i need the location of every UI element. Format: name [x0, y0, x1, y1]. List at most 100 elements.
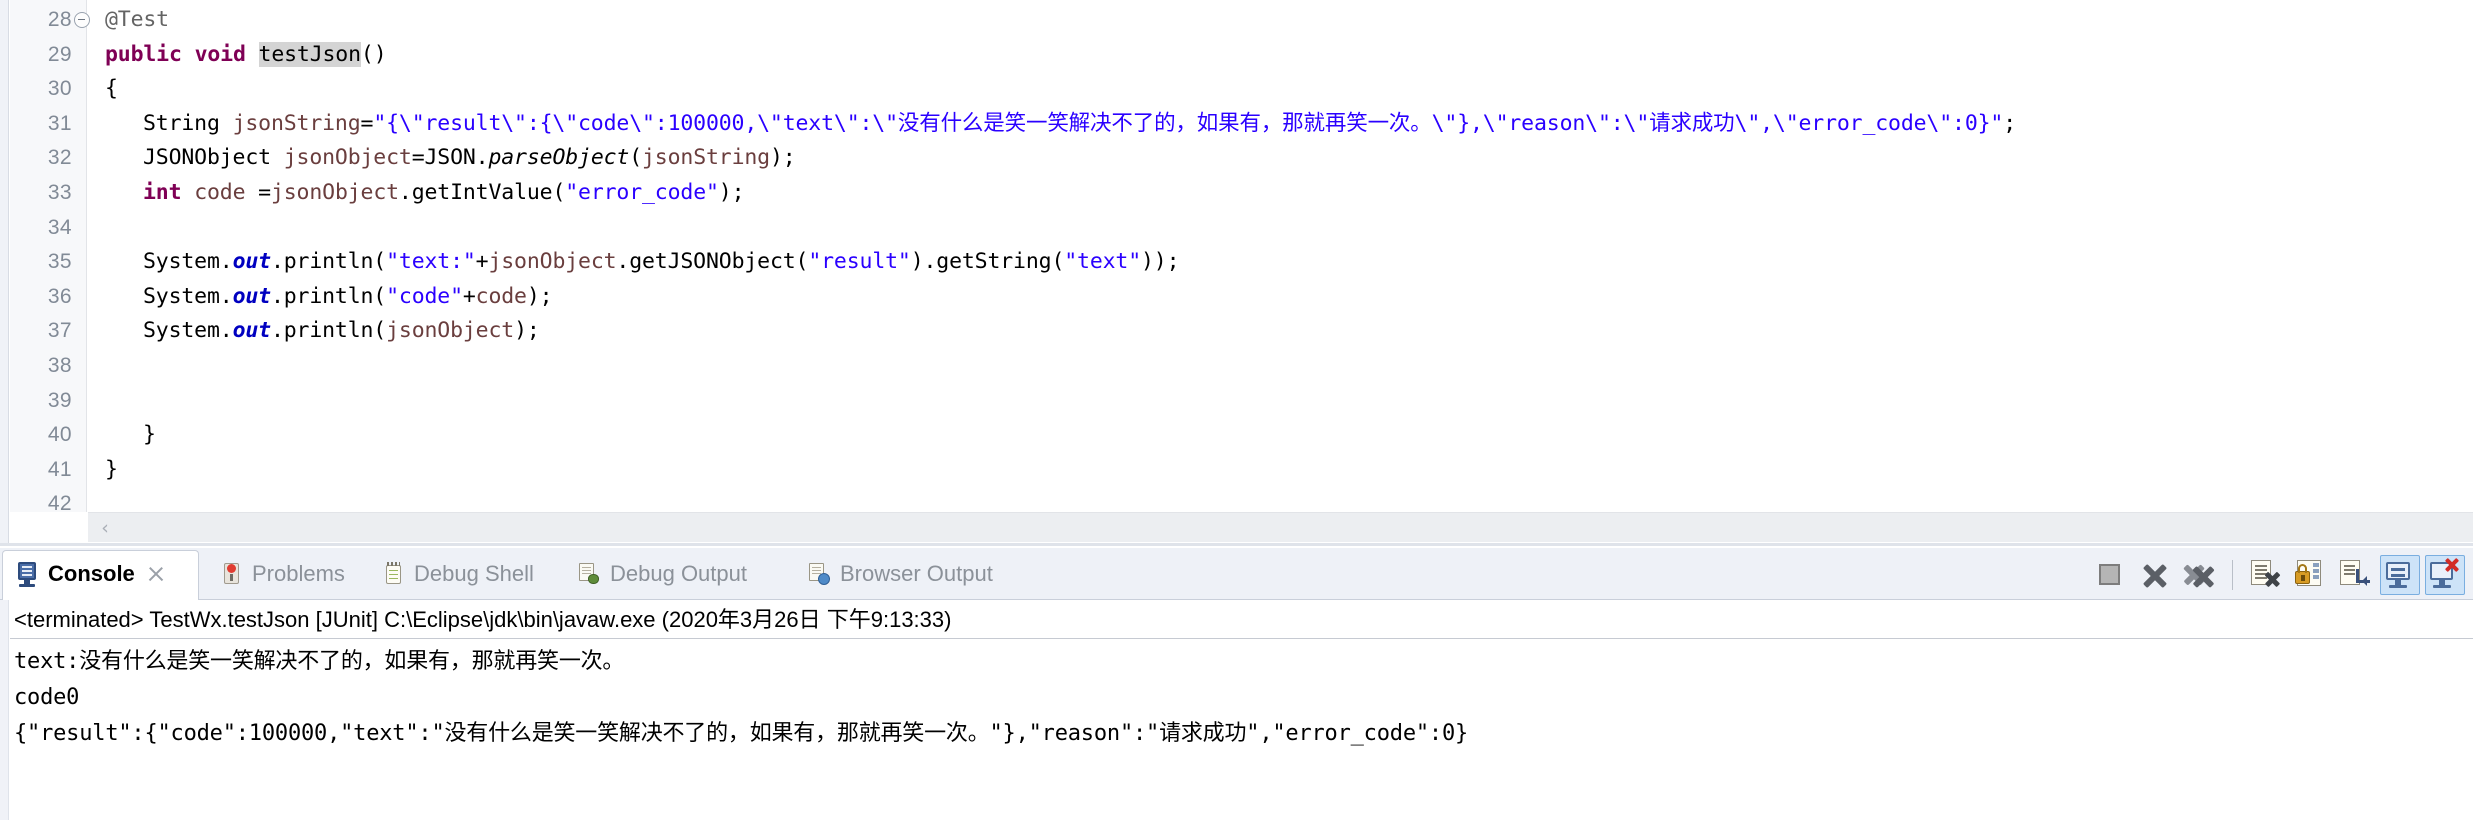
- console-tab-label: Debug Output: [610, 561, 747, 586]
- problems-icon: [218, 561, 245, 588]
- open-console-button[interactable]: [2425, 555, 2465, 595]
- line-number: 39: [47, 388, 72, 412]
- clear-console-button[interactable]: [2245, 555, 2285, 595]
- code-token-sel: testJson: [258, 41, 361, 67]
- remove-launch-button[interactable]: [2135, 555, 2175, 595]
- code-token-plain: );: [769, 145, 796, 171]
- code-token-str: "text:": [386, 249, 476, 275]
- console-tab-debug-output[interactable]: Debug Output: [576, 548, 747, 600]
- code-line[interactable]: 41}: [0, 453, 2473, 488]
- terminate-button[interactable]: [2090, 555, 2130, 595]
- code-token-plain: .getJSONObject(: [616, 249, 809, 275]
- code-token-plain: +: [475, 249, 489, 275]
- code-line[interactable]: 31 String jsonString="{\"result\":{\"code…: [0, 107, 2473, 142]
- console-tab-label: Console: [48, 561, 135, 586]
- console-output-area[interactable]: <terminated> TestWx.testJson [JUnit] C:\…: [10, 600, 2473, 820]
- line-number: 42: [47, 492, 72, 516]
- code-token-plain: .println(: [270, 318, 387, 344]
- open-console-icon-part: [2433, 585, 2451, 588]
- code-line[interactable]: 40}: [0, 418, 2473, 453]
- console-tab-browser-output[interactable]: Browser Output: [806, 548, 993, 600]
- code-line[interactable]: 30 {: [0, 72, 2473, 107]
- code-token-str: "error_code": [565, 180, 719, 205]
- line-number: 35: [47, 250, 72, 274]
- console-tab-bar[interactable]: Console Problems Debug Shell Debug Output Br…: [0, 548, 2473, 600]
- pin-console-button[interactable]: [2335, 555, 2375, 595]
- console-tab-problems[interactable]: Problems: [218, 548, 345, 600]
- pin-console-icon: [2335, 555, 2375, 595]
- console-monitor-icon-part: [24, 579, 30, 584]
- pin-console-icon-part: [2356, 569, 2370, 586]
- code-token-plain: {: [105, 76, 118, 102]
- code-token-str: "result": [808, 249, 911, 275]
- code-line[interactable]: 36 System.out.println("code"+code);: [0, 280, 2473, 315]
- scroll-lock-button[interactable]: [2290, 555, 2330, 595]
- console-monitor-icon-part: [19, 583, 35, 587]
- code-token-plain: System.: [143, 249, 233, 275]
- launch-configuration-header: <terminated> TestWx.testJson [JUnit] C:\…: [14, 607, 952, 632]
- code-token-plain: (: [629, 145, 643, 171]
- code-line[interactable]: 32 JSONObject jsonObject=JSON.parseObject…: [0, 141, 2473, 176]
- code-line[interactable]: 39: [0, 384, 2473, 419]
- display-selected-icon-part: [2389, 585, 2407, 588]
- code-token-ann: @Test: [105, 7, 169, 32]
- code-token-str: "code": [386, 283, 463, 309]
- debug-output-icon: [576, 561, 603, 588]
- code-line[interactable]: 33 int code =jsonObject.getIntValue("erro…: [0, 176, 2473, 211]
- code-token-fld: out: [232, 283, 272, 309]
- line-number: 40: [47, 423, 72, 447]
- line-number: 37: [47, 319, 72, 343]
- code-line[interactable]: 38: [0, 349, 2473, 384]
- line-number: 32: [47, 146, 72, 170]
- code-line-text: int code =jsonObject.getIntValue("error_…: [143, 176, 745, 211]
- code-token-plain: String: [143, 110, 233, 136]
- code-line-text: System.out.println(jsonObject);: [143, 314, 540, 349]
- console-tab-debug-shell[interactable]: Debug Shell: [380, 548, 534, 600]
- code-line[interactable]: 29 public void testJson(): [0, 38, 2473, 73]
- code-token-loc: jsonObject: [488, 249, 617, 275]
- code-token-kw: int: [143, 180, 182, 205]
- code-token-plain: System.: [143, 283, 233, 309]
- code-line[interactable]: 34: [0, 211, 2473, 246]
- problems-icon-part: [227, 563, 236, 573]
- code-line[interactable]: 28 @Test: [0, 3, 2473, 38]
- console-monitor-icon-part: [18, 561, 36, 580]
- console-tab-label: Browser Output: [840, 561, 993, 586]
- code-line-text: JSONObject jsonObject=JSON.parseObject(j…: [143, 141, 796, 176]
- code-line-text: public void testJson(): [105, 38, 387, 73]
- code-token-str: "{\"result\":{\"code\":100000,\"text\":\…: [373, 110, 2004, 136]
- code-token-plain: JSONObject: [143, 145, 284, 171]
- code-line-text: @Test: [105, 3, 169, 38]
- line-number: 30: [47, 77, 72, 101]
- code-fold-collapse-icon[interactable]: [74, 12, 90, 28]
- code-token-plain: );: [514, 318, 540, 344]
- code-line[interactable]: 35 System.out.println("text:"+jsonObject.…: [0, 245, 2473, 280]
- code-line-text: }: [143, 418, 156, 453]
- debug-shell-icon: [380, 561, 407, 588]
- remove-launch-icon: [2135, 555, 2175, 595]
- console-view-panel[interactable]: Console Problems Debug Shell Debug Output Br…: [0, 548, 2473, 820]
- code-token-fld: out: [232, 249, 272, 275]
- display-selected-console-button[interactable]: [2380, 555, 2420, 595]
- code-token-plain: );: [718, 180, 745, 205]
- code-line[interactable]: 37 System.out.println(jsonObject);: [0, 314, 2473, 349]
- remove-all-terminated-button[interactable]: [2180, 555, 2220, 595]
- code-token-plain: =JSON.: [411, 145, 489, 171]
- code-line-text: System.out.println("code"+code);: [143, 280, 553, 315]
- console-output-line: {"result":{"code":100000,"text":"没有什么是笑一…: [14, 721, 1469, 746]
- scroll-left-arrow-icon[interactable]: ‹: [96, 519, 114, 538]
- code-token-kw: void: [194, 41, 246, 67]
- code-token-plain: System.: [143, 318, 233, 344]
- java-editor-panel[interactable]: 28 @Test 29 public void testJson() 30 {31 Stri…: [0, 0, 2473, 546]
- editor-horizontal-scrollbar[interactable]: ‹: [88, 512, 2473, 542]
- code-token-plain: ));: [1141, 249, 1180, 275]
- console-toolbar[interactable]: [2090, 554, 2465, 596]
- code-line-text: {: [105, 72, 118, 107]
- console-tab-label: Problems: [252, 561, 345, 586]
- close-icon[interactable]: [146, 564, 166, 584]
- line-number: 33: [47, 181, 72, 204]
- console-tab-console[interactable]: Console: [14, 548, 166, 600]
- code-token-plain: }: [143, 422, 156, 448]
- terminate-icon: [2090, 555, 2130, 595]
